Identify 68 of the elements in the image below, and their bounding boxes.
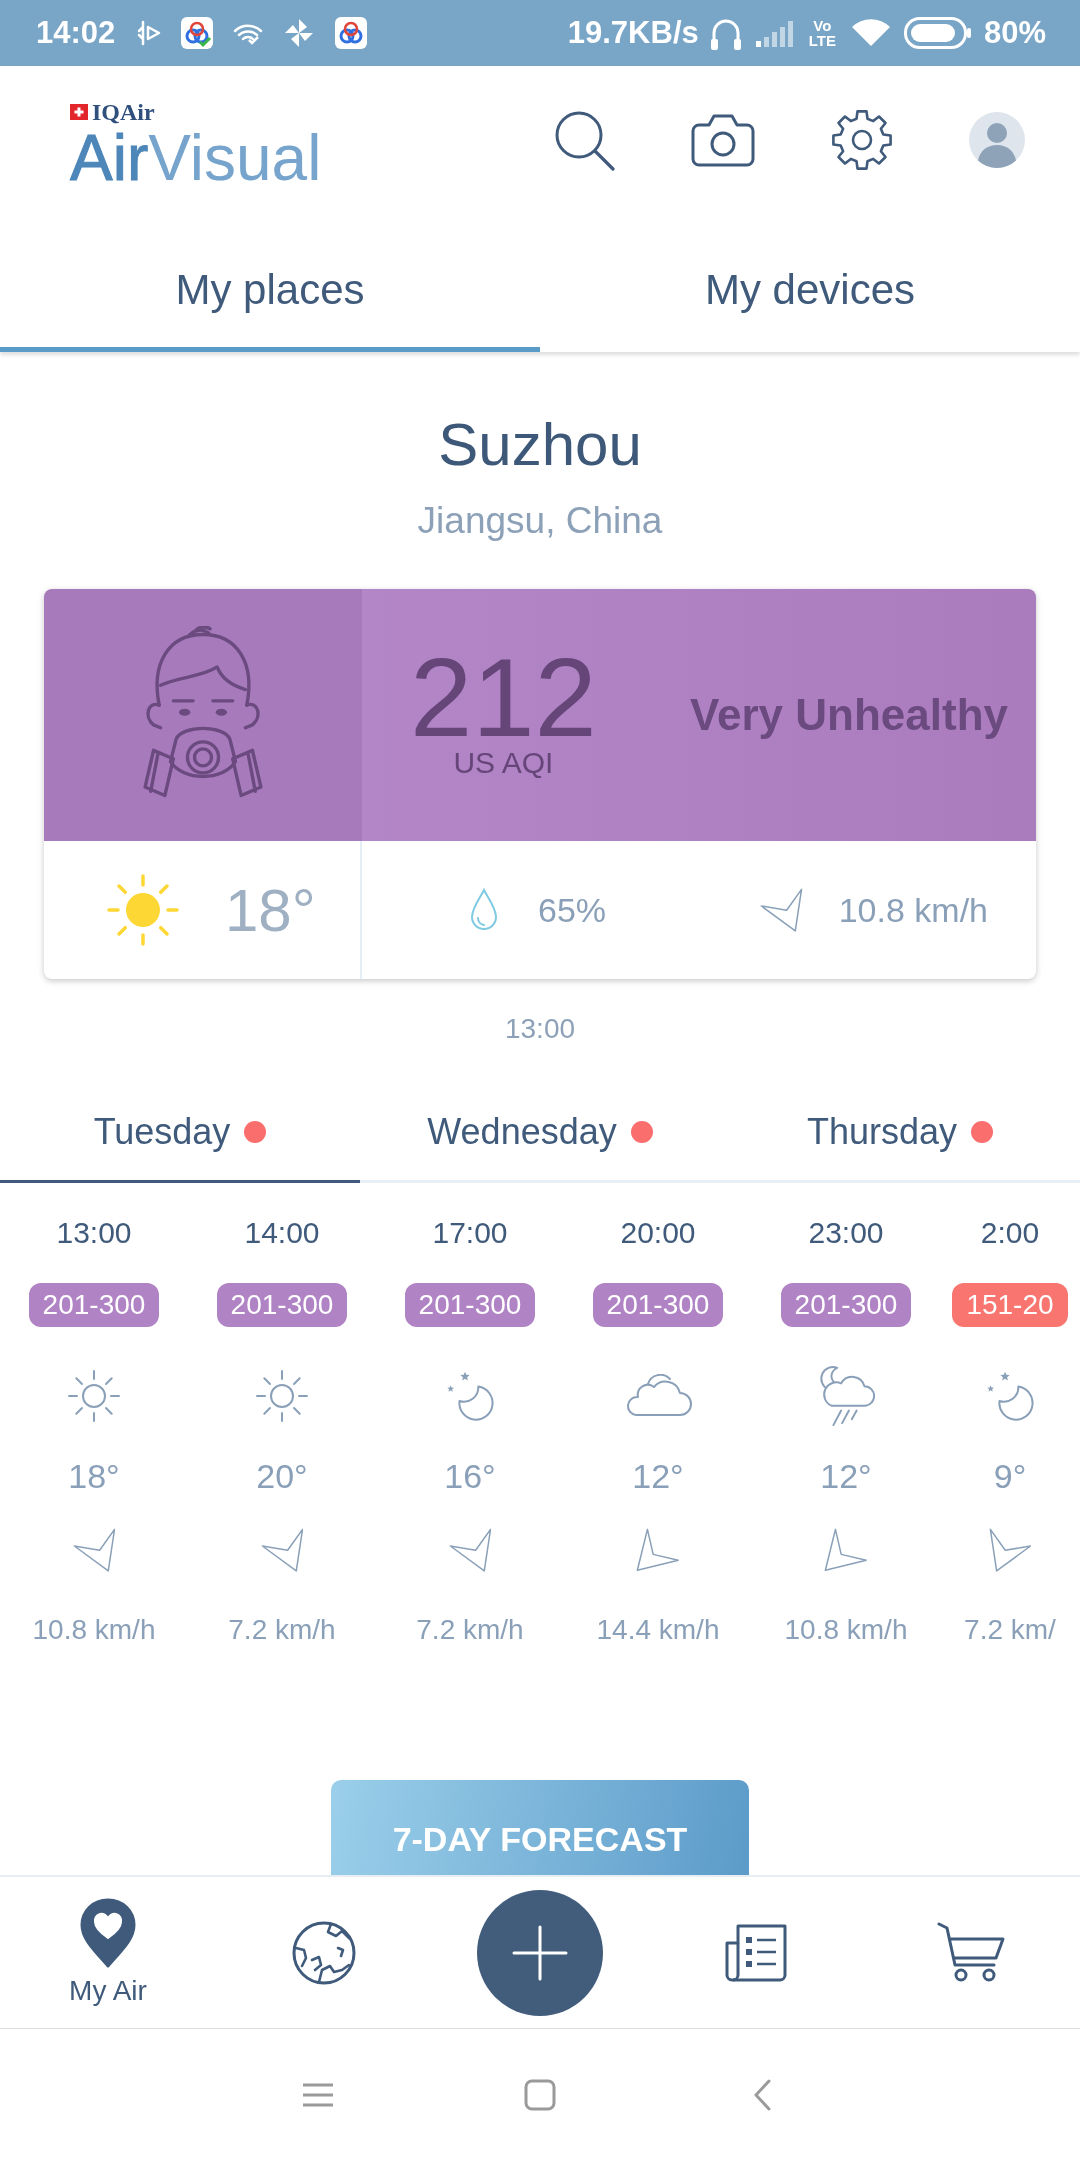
avatar-icon[interactable] [969, 112, 1025, 168]
search-icon[interactable] [553, 109, 615, 171]
update-time: 13:00 [504, 1012, 576, 1046]
settings-icon[interactable] [831, 109, 893, 171]
hour-temperature: 18° [68, 1456, 120, 1496]
nav-item[interactable]: My Air [69, 1897, 147, 2008]
drop-icon [469, 888, 499, 932]
tab[interactable]: My places [0, 232, 540, 352]
hour-time: 13:00 [56, 1215, 132, 1251]
alert-dot-icon [244, 1120, 267, 1143]
hour-wind-speed: 7.2 km/ [964, 1613, 1056, 1647]
battery-icon [903, 17, 972, 49]
hour-time: 2:00 [980, 1215, 1040, 1251]
newspaper-icon [724, 1922, 788, 1983]
hour-temperature: 12° [632, 1456, 684, 1496]
rings-app-icon [335, 17, 368, 49]
app-logo: AirVisual [70, 125, 322, 191]
city-name: Suzhou [438, 410, 642, 480]
home-icon[interactable] [524, 2078, 556, 2111]
nav-item[interactable] [291, 1919, 357, 1986]
hour-temperature: 9° [993, 1456, 1027, 1496]
menu-icon[interactable] [301, 2081, 335, 2108]
waveform-play-icon [137, 19, 162, 47]
heart-pin-icon [80, 1897, 136, 1968]
humidity-value: 65% [538, 890, 607, 930]
hour-wind-speed: 7.2 km/h [416, 1613, 524, 1647]
aqi-range-badge: 151-20 [952, 1283, 1068, 1327]
day-tab[interactable]: Thursday [720, 1083, 1080, 1183]
pinwheel-icon [283, 17, 316, 49]
plus-icon [512, 1924, 568, 1981]
aqi-unit: US AQI [453, 746, 554, 780]
hour-time: 17:00 [432, 1215, 508, 1251]
hour-wind-speed: 7.2 km/h [228, 1613, 336, 1647]
hour-temperature: 12° [820, 1456, 872, 1496]
volte-label: Vo LTE [808, 18, 836, 48]
brand-name: IQAir [92, 99, 155, 125]
globe-icon [291, 1919, 357, 1986]
network-speed: 19.7KB/s [567, 15, 699, 51]
aqi-category: Very Unhealthy [690, 690, 1008, 740]
aqi-range-badge: 201-300 [216, 1283, 348, 1327]
hour-time: 14:00 [244, 1215, 320, 1251]
aqi-range-badge: 201-300 [28, 1283, 160, 1327]
back-icon[interactable] [753, 2078, 771, 2111]
tab[interactable]: My devices [540, 232, 1080, 352]
aqi-range-badge: 201-300 [592, 1283, 724, 1327]
status-time: 14:02 [36, 15, 116, 51]
temperature: 18° [225, 875, 316, 945]
hour-temperature: 16° [444, 1456, 496, 1496]
hour-wind-speed: 14.4 km/h [596, 1613, 720, 1647]
alert-dot-icon [630, 1120, 653, 1143]
hour-wind-speed: 10.8 km/h [784, 1613, 908, 1647]
region-name: Jiangsu, China [417, 499, 663, 543]
aqi-range-badge: 201-300 [404, 1283, 536, 1327]
rings-check-app-icon [181, 17, 214, 49]
camera-icon[interactable] [691, 113, 755, 167]
alert-dot-icon [971, 1120, 994, 1143]
hour-time: 20:00 [620, 1215, 696, 1251]
day-tab[interactable]: Wednesday [360, 1083, 720, 1183]
nav-item[interactable] [724, 1922, 788, 1983]
hour-temperature: 20° [256, 1456, 308, 1496]
day-tab[interactable]: Tuesday [0, 1083, 360, 1183]
battery-percent: 80% [983, 15, 1046, 51]
hour-wind-speed: 10.8 km/h [32, 1613, 156, 1647]
flag-icon [70, 104, 88, 120]
aqi-range-badge: 201-300 [780, 1283, 912, 1327]
hour-time: 23:00 [808, 1215, 884, 1251]
aqi-value: 212 [410, 650, 597, 746]
wind-speed: 10.8 km/h [838, 890, 988, 930]
